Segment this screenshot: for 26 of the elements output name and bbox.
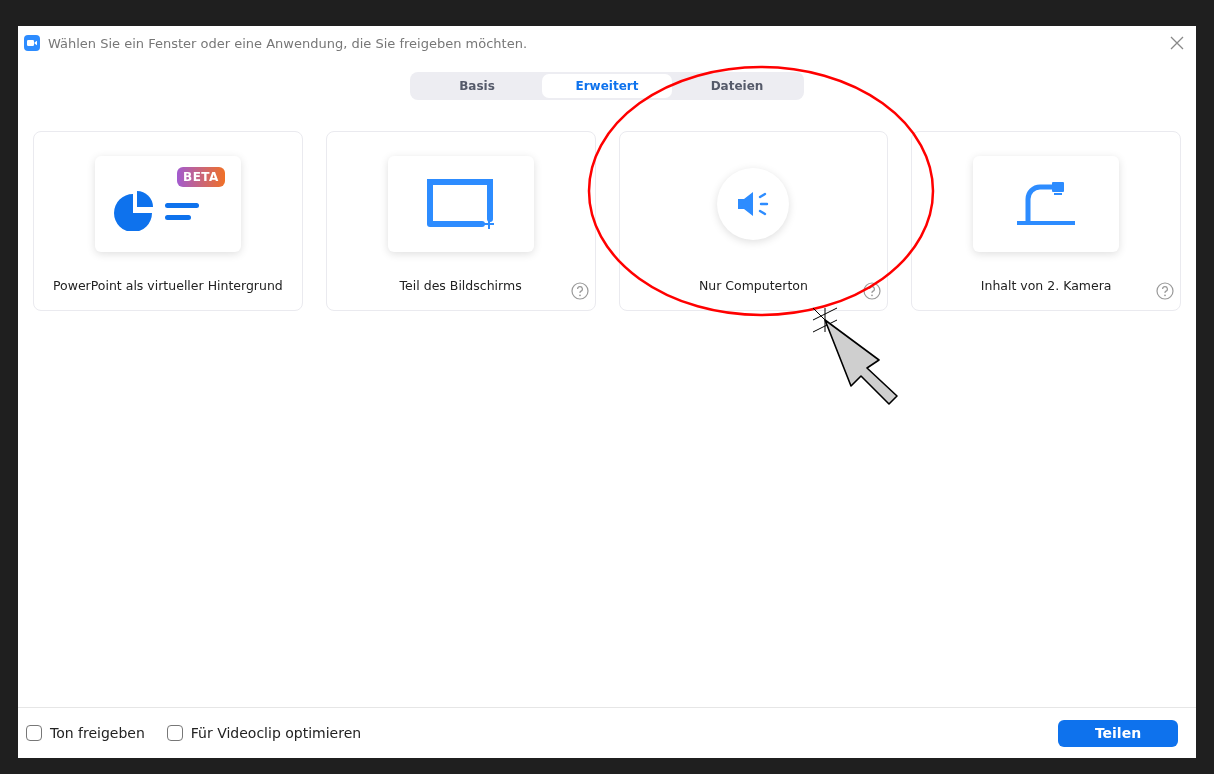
beta-badge: BETA (177, 167, 225, 187)
checkbox-label: Ton freigeben (50, 725, 145, 741)
tab[interactable]: Erweitert (542, 74, 672, 98)
window-title: Wählen Sie ein Fenster oder eine Anwendung, die Sie freigeben möchten. (48, 35, 529, 51)
option-label: Nur Computerton (698, 278, 808, 293)
share-option-card[interactable]: Inhalt von 2. Kamera (911, 131, 1181, 311)
share-option-card[interactable]: Teil des Bildschirms (325, 131, 596, 311)
checkbox[interactable] (166, 725, 183, 741)
checkbox[interactable] (26, 725, 42, 741)
screen-region-icon (426, 179, 495, 229)
tab[interactable]: Dateien (672, 74, 802, 98)
help-icon[interactable] (1156, 282, 1174, 300)
help-icon[interactable] (863, 282, 882, 300)
option-label: PowerPoint als virtueller Hintergrund (52, 278, 283, 293)
tab[interactable]: Basis (412, 74, 542, 98)
speaker-icon (737, 191, 770, 217)
close-icon[interactable] (1170, 36, 1184, 50)
option-label: Teil des Bildschirms (399, 278, 522, 293)
option-label: Inhalt von 2. Kamera (980, 278, 1112, 293)
share-option-card[interactable]: Nur Computerton (618, 131, 889, 311)
share-button[interactable]: Teilen (1058, 719, 1178, 747)
share-option-card[interactable]: BETA PowerPoint als virtueller Hintergrund (33, 131, 303, 311)
help-icon[interactable] (570, 282, 589, 300)
video-camera-icon (24, 35, 40, 51)
document-camera-icon (1016, 181, 1077, 227)
checkbox-label: Für Videoclip optimieren (190, 725, 362, 741)
